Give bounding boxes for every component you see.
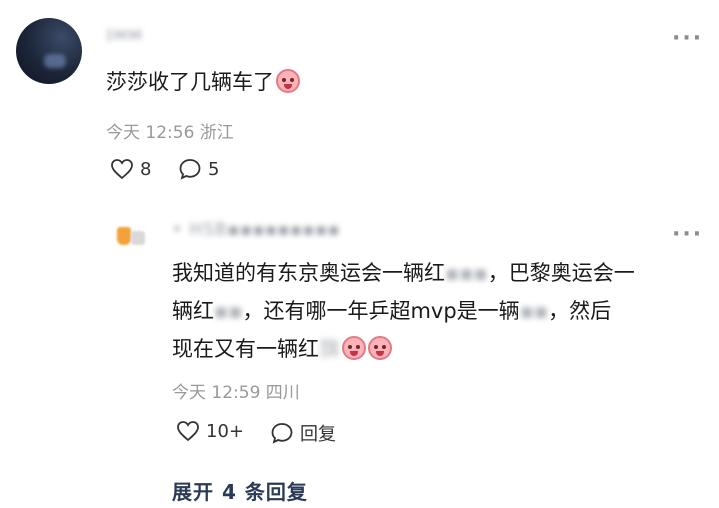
reply-text-segment: 我知道的有东京奥运会一辆红 — [172, 261, 445, 285]
reply-line: 辆红▪▪，还有哪一年乒超mvp是一辆▪▪，然后 — [172, 292, 692, 330]
heart-icon — [111, 159, 133, 180]
reply-text-segment: ，还有哪一年乒超mvp是一辆 — [242, 299, 520, 323]
more-options-icon[interactable]: ··· — [672, 222, 703, 247]
reply-button-label: 回复 — [300, 424, 336, 445]
reply-text-segment: ，巴黎奥运会一 — [487, 261, 635, 285]
comment-text: 莎莎收了几辆车了 — [106, 66, 300, 96]
reply-meta: 今天 12:59 四川 — [172, 383, 300, 403]
reply-text-segment: ，然后 — [548, 299, 612, 323]
avatar-image — [117, 227, 131, 245]
reply-text-segment: 现在又有一辆红 — [172, 337, 319, 361]
heart-icon — [177, 421, 199, 442]
blurred-text: ▪▪▪ — [445, 261, 488, 285]
reply-count-button[interactable]: 5 — [178, 158, 219, 180]
comment-bubble-icon — [271, 423, 293, 444]
reply-line: 现在又有一辆红旗 — [172, 330, 692, 368]
avatar[interactable] — [16, 18, 82, 84]
reply-count: 5 — [208, 158, 220, 180]
username[interactable]: ɪᴍᴍ — [106, 24, 143, 45]
avatar-image — [44, 54, 66, 68]
emoji-crying-face-icon — [342, 336, 366, 360]
blurred-text: 旗 — [319, 337, 340, 361]
blurred-text: ▪▪ — [214, 299, 243, 323]
like-button[interactable]: 8 — [110, 158, 151, 180]
reply-button[interactable]: 回复 — [270, 420, 336, 446]
more-options-icon[interactable]: ··· — [672, 26, 703, 51]
reply-username[interactable]: • HSB▪▪▪▪▪▪▪▪▪ — [172, 220, 340, 240]
emoji-crying-face-icon — [276, 69, 300, 93]
avatar-image — [131, 231, 145, 245]
expand-replies-link[interactable]: 展开 4 条回复 — [172, 476, 308, 505]
reply-avatar[interactable] — [113, 215, 149, 251]
blurred-text: ▪▪ — [519, 299, 549, 323]
comment-meta: 今天 12:56 浙江 — [106, 123, 234, 143]
comment-body: 莎莎收了几辆车了 — [106, 70, 274, 94]
reply-text: 我知道的有东京奥运会一辆红▪▪▪，巴黎奥运会一 辆红▪▪，还有哪一年乒超mvp是… — [172, 254, 692, 368]
like-count: 10+ — [206, 420, 244, 442]
like-count: 8 — [140, 158, 152, 180]
like-button[interactable]: 10+ — [176, 420, 244, 442]
reply-text-segment: 辆红 — [172, 299, 214, 323]
comment-bubble-icon — [179, 159, 201, 180]
reply-line: 我知道的有东京奥运会一辆红▪▪▪，巴黎奥运会一 — [172, 254, 692, 292]
emoji-crying-face-icon — [368, 336, 392, 360]
